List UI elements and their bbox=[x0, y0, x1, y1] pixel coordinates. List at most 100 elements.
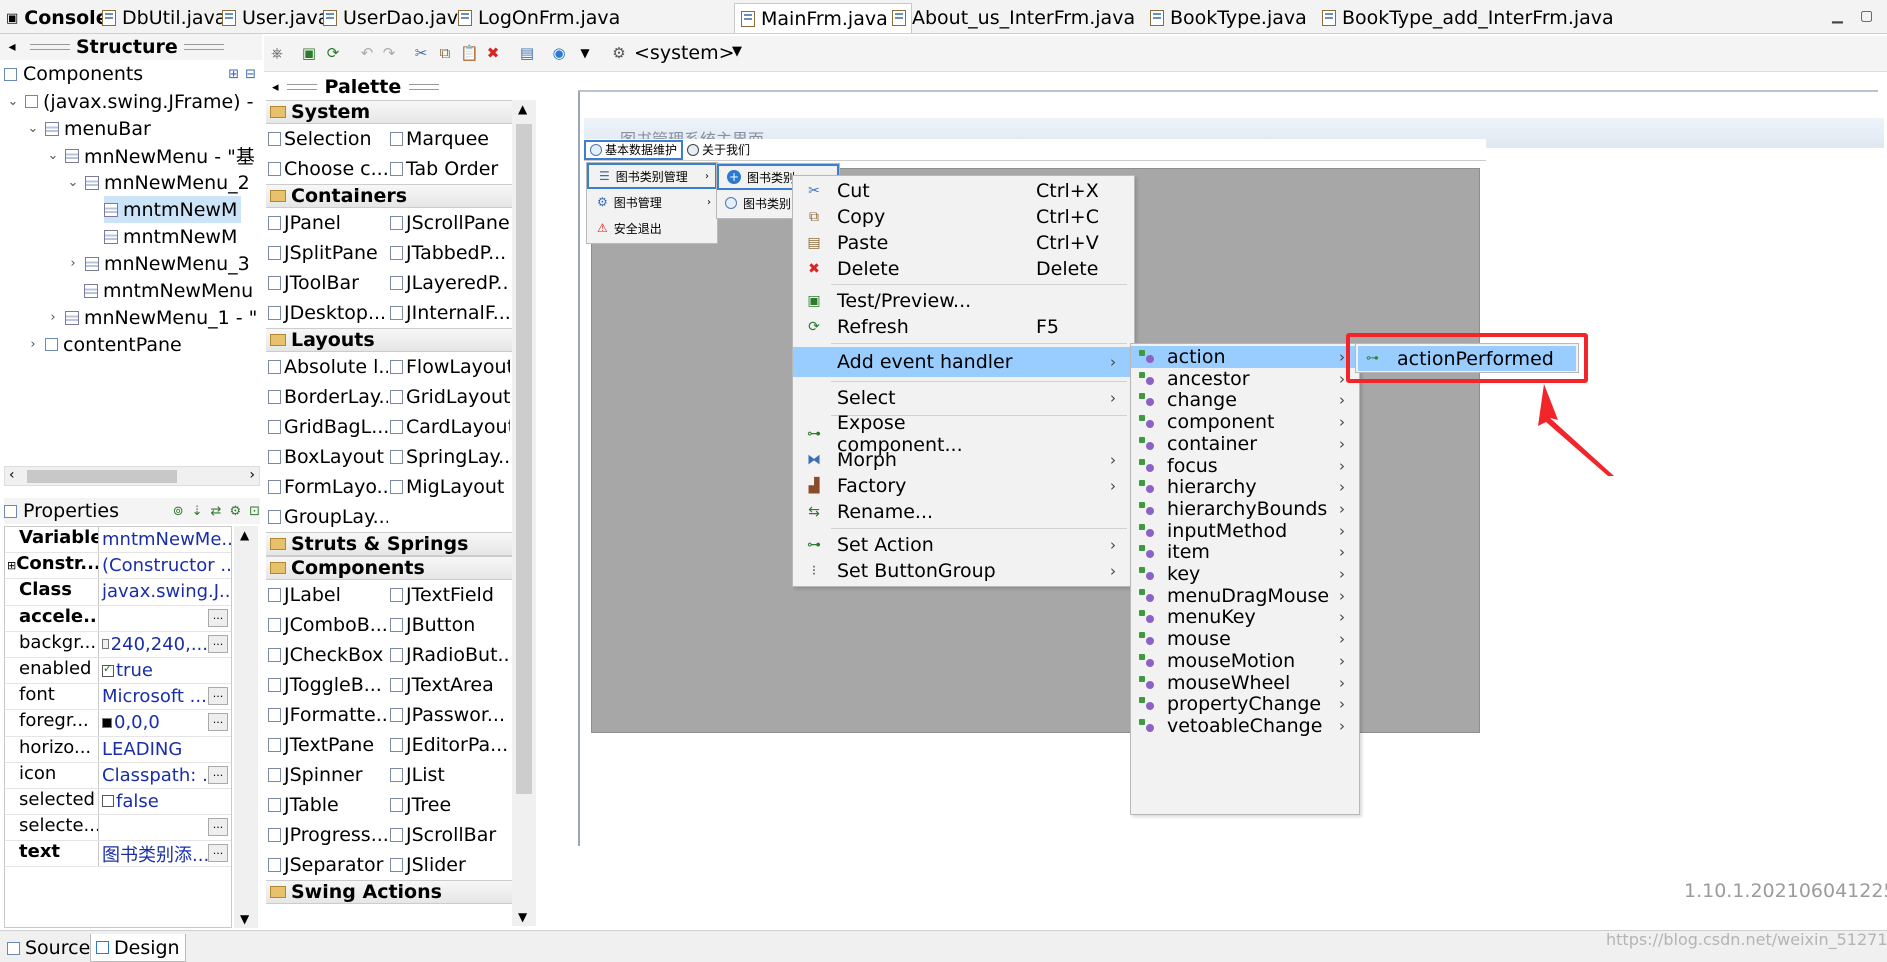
chevron-right-icon[interactable]: › bbox=[46, 310, 60, 325]
palette-item[interactable]: GridBagL... bbox=[266, 412, 388, 442]
menu-item-exit[interactable]: ⚠ 安全退出 bbox=[587, 215, 717, 241]
palette-item[interactable]: Absolute l... bbox=[266, 352, 388, 382]
tab-userdao[interactable]: UserDao.java bbox=[323, 3, 470, 33]
scroll-down-icon[interactable]: ▼ bbox=[518, 910, 527, 924]
tree-node-mntmnewm[interactable]: mntmNewM bbox=[104, 223, 237, 250]
menu-item-set-action[interactable]: ⊶ Set Action › bbox=[793, 532, 1134, 558]
menu-item-morph[interactable]: ⧓ Morph › bbox=[793, 447, 1134, 473]
palette-item[interactable]: CardLayout bbox=[388, 412, 510, 442]
tree-node-mnnewmenu-2[interactable]: ⌄ mnNewMenu_2 bbox=[66, 169, 250, 196]
tab-booktype-add[interactable]: BookType_add_InterFrm.java bbox=[1322, 3, 1614, 33]
layout-icon[interactable]: ▤ bbox=[518, 44, 536, 62]
prop-row[interactable]: ⊞Constr... (Constructor ... bbox=[5, 553, 231, 580]
event-item-propertyChange[interactable]: propertyChange › bbox=[1131, 693, 1359, 715]
palette-category[interactable]: Containers bbox=[266, 184, 512, 208]
chevron-right-icon[interactable]: › bbox=[26, 337, 40, 352]
palette-item[interactable]: FormLayo... bbox=[266, 472, 388, 502]
grip-icon[interactable] bbox=[30, 44, 70, 50]
prop-value[interactable] bbox=[99, 606, 208, 631]
palette-item[interactable]: JTree bbox=[388, 790, 510, 820]
tab-booktype[interactable]: BookType.java bbox=[1150, 3, 1307, 33]
palette-item[interactable]: JSlider bbox=[388, 850, 510, 880]
event-item-mouseMotion[interactable]: mouseMotion › bbox=[1131, 650, 1359, 672]
collapse-all-icon[interactable]: ⊟ bbox=[245, 67, 256, 82]
prop-row[interactable]: Class javax.swing.J... bbox=[5, 579, 231, 606]
event-item-menuDragMouse[interactable]: menuDragMouse › bbox=[1131, 585, 1359, 607]
palette-item[interactable]: JComboB... bbox=[266, 610, 388, 640]
palette-item[interactable]: JLabel bbox=[266, 580, 388, 610]
paste-icon[interactable]: 📋 bbox=[460, 44, 479, 62]
tree-node-mntmnewmenu[interactable]: mntmNewMenu bbox=[84, 277, 253, 304]
prop-row[interactable]: foregr... 0,0,0 ... bbox=[5, 710, 231, 737]
tree-horizontal-scrollbar[interactable]: ‹ › bbox=[4, 466, 260, 486]
event-item-action[interactable]: action › bbox=[1131, 346, 1359, 368]
prop-row[interactable]: font Microsoft ... ... bbox=[5, 684, 231, 711]
test-gui-icon[interactable]: ⎈ bbox=[268, 44, 286, 62]
expand-icon[interactable]: ⊞ bbox=[7, 559, 16, 572]
tab-dbutil[interactable]: DbUtil.java bbox=[102, 3, 226, 33]
palette-item[interactable]: JFormatte... bbox=[266, 700, 388, 730]
maximize-icon[interactable]: ▢ bbox=[1860, 8, 1873, 24]
palette-item[interactable]: JTextField bbox=[388, 580, 510, 610]
palette-item[interactable]: JInternalF... bbox=[388, 298, 510, 328]
palette-item[interactable]: SpringLay... bbox=[388, 442, 510, 472]
palette-item[interactable]: JProgress... bbox=[266, 820, 388, 850]
tab-design[interactable]: Design bbox=[90, 934, 186, 962]
tab-console[interactable]: ▣ Console bbox=[6, 3, 109, 33]
show-events-icon[interactable]: ⊚ bbox=[173, 504, 184, 519]
prop-row[interactable]: icon Classpath: ... ... bbox=[5, 762, 231, 789]
scroll-down-icon[interactable]: ▼ bbox=[240, 912, 249, 926]
palette-category[interactable]: System bbox=[266, 100, 512, 124]
palette-item[interactable]: Choose c... bbox=[266, 154, 388, 184]
palette-item[interactable]: JList bbox=[388, 760, 510, 790]
event-item-mouse[interactable]: mouse › bbox=[1131, 628, 1359, 650]
event-item-ancestor[interactable]: ancestor › bbox=[1131, 368, 1359, 390]
event-item-inputMethod[interactable]: inputMethod › bbox=[1131, 520, 1359, 542]
prop-row[interactable]: Variable mntmNewMe... bbox=[5, 527, 231, 554]
edit-button[interactable]: ... bbox=[208, 765, 228, 784]
prop-value[interactable] bbox=[99, 815, 208, 840]
prop-value[interactable]: mntmNewMe... bbox=[99, 527, 231, 552]
palette-item[interactable]: JToggleB... bbox=[266, 670, 388, 700]
tab-source[interactable]: Source bbox=[2, 934, 95, 962]
palette-item[interactable]: JTextArea bbox=[388, 670, 510, 700]
scroll-left-icon[interactable]: ‹ bbox=[9, 467, 15, 483]
menu-item-copy[interactable]: ⧉ Copy Ctrl+C bbox=[793, 204, 1134, 230]
palette-item[interactable]: JDesktop... bbox=[266, 298, 388, 328]
prop-value[interactable]: 0,0,0 bbox=[99, 710, 208, 735]
tree-node-contentpane[interactable]: › contentPane bbox=[26, 331, 181, 358]
palette-item[interactable]: JPasswor... bbox=[388, 700, 510, 730]
lookandfeel-select[interactable]: <system> bbox=[634, 42, 735, 64]
edit-button[interactable]: ... bbox=[208, 818, 228, 837]
tree-node-jframe[interactable]: ⌄ (javax.swing.JFrame) - "E bbox=[6, 88, 260, 115]
prop-row[interactable]: horizo... LEADING bbox=[5, 736, 231, 763]
undo-icon[interactable]: ↶ bbox=[358, 44, 376, 62]
chevron-right-icon[interactable]: › bbox=[66, 256, 80, 271]
grip-icon[interactable] bbox=[286, 84, 317, 90]
prop-value[interactable]: (Constructor ... bbox=[99, 553, 231, 578]
tab-user[interactable]: User.java bbox=[222, 3, 329, 33]
scroll-right-icon[interactable]: › bbox=[249, 467, 255, 483]
menu-item-refresh[interactable]: ⟳ Refresh F5 bbox=[793, 314, 1134, 340]
tab-about-us[interactable]: About_us_InterFrm.java bbox=[892, 3, 1135, 33]
palette-item[interactable]: JSpinner bbox=[266, 760, 388, 790]
palette-category[interactable]: Swing Actions bbox=[266, 880, 512, 904]
tree-node-mntmnewm-selected[interactable]: mntmNewM bbox=[104, 196, 242, 223]
collapse-left-icon[interactable]: ◂ bbox=[272, 80, 279, 95]
cut-icon[interactable]: ✂ bbox=[412, 44, 430, 62]
collapse-left-icon[interactable]: ◂ bbox=[0, 39, 24, 55]
prop-row[interactable]: backgr... 240,240,... ... bbox=[5, 631, 231, 658]
refresh-icon[interactable]: ⟳ bbox=[324, 44, 342, 62]
prop-value[interactable]: 图书类别添... bbox=[99, 841, 208, 866]
prop-row[interactable]: selected false bbox=[5, 788, 231, 816]
prop-value[interactable]: LEADING bbox=[99, 737, 231, 762]
tab-mainfrm[interactable]: MainFrm.java ✕ bbox=[734, 3, 913, 33]
event-item-change[interactable]: change › bbox=[1131, 389, 1359, 411]
palette-item[interactable]: JSplitPane bbox=[266, 238, 388, 268]
chevron-down-icon[interactable]: ⌄ bbox=[26, 121, 40, 136]
delete-icon[interactable]: ✖ bbox=[484, 44, 502, 62]
palette-scrollbar[interactable]: ▲ ▼ bbox=[512, 100, 536, 926]
show-advanced-icon[interactable]: ⚙ bbox=[229, 504, 241, 519]
palette-item[interactable]: Selection bbox=[266, 124, 388, 154]
menu-item-book-category[interactable]: ☰ 图书类别管理 › bbox=[587, 163, 717, 189]
